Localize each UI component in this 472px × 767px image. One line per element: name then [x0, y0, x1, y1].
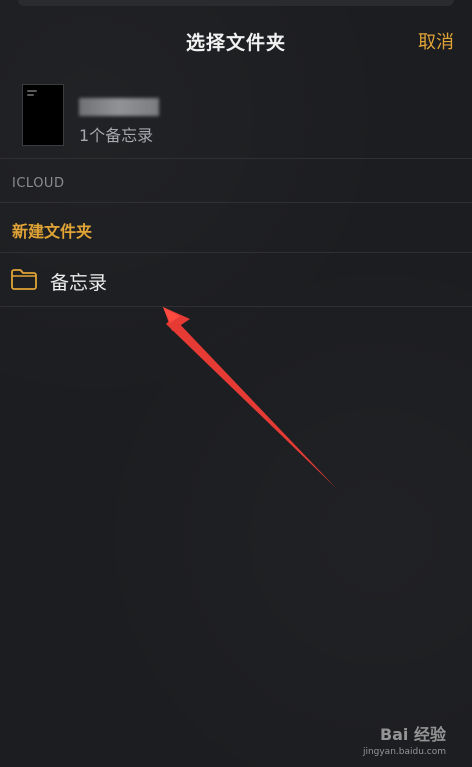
folder-icon — [11, 269, 37, 290]
navigation-bar: 选择文件夹 取消 — [0, 0, 472, 80]
note-thumbnail — [22, 84, 64, 146]
thumbnail-line — [27, 94, 34, 96]
watermark: Bai 经验 jingyan.baidu.com — [363, 721, 446, 757]
new-folder-button[interactable]: 新建文件夹 — [12, 218, 92, 242]
page-title: 选择文件夹 — [185, 32, 286, 54]
divider — [0, 306, 472, 307]
choose-folder-screen: 选择文件夹 取消 1个备忘录 ICLOUD 新建文件夹 备忘录 Bai 经验 j… — [0, 0, 472, 767]
divider — [0, 252, 472, 253]
note-count-label: 1个备忘录 — [79, 126, 154, 145]
folder-label: 备忘录 — [50, 272, 108, 294]
divider — [0, 202, 472, 203]
section-header-icloud: ICLOUD — [12, 176, 65, 191]
redacted-note-title — [79, 98, 159, 116]
selected-note-preview — [0, 80, 472, 160]
watermark-url: jingyan.baidu.com — [362, 747, 446, 757]
cancel-button[interactable]: 取消 — [418, 28, 454, 54]
thumbnail-line — [27, 90, 37, 92]
folder-row-notes[interactable]: 备忘录 — [0, 254, 472, 306]
divider — [0, 158, 472, 159]
watermark-logo-text: Bai 经验 — [379, 725, 446, 744]
